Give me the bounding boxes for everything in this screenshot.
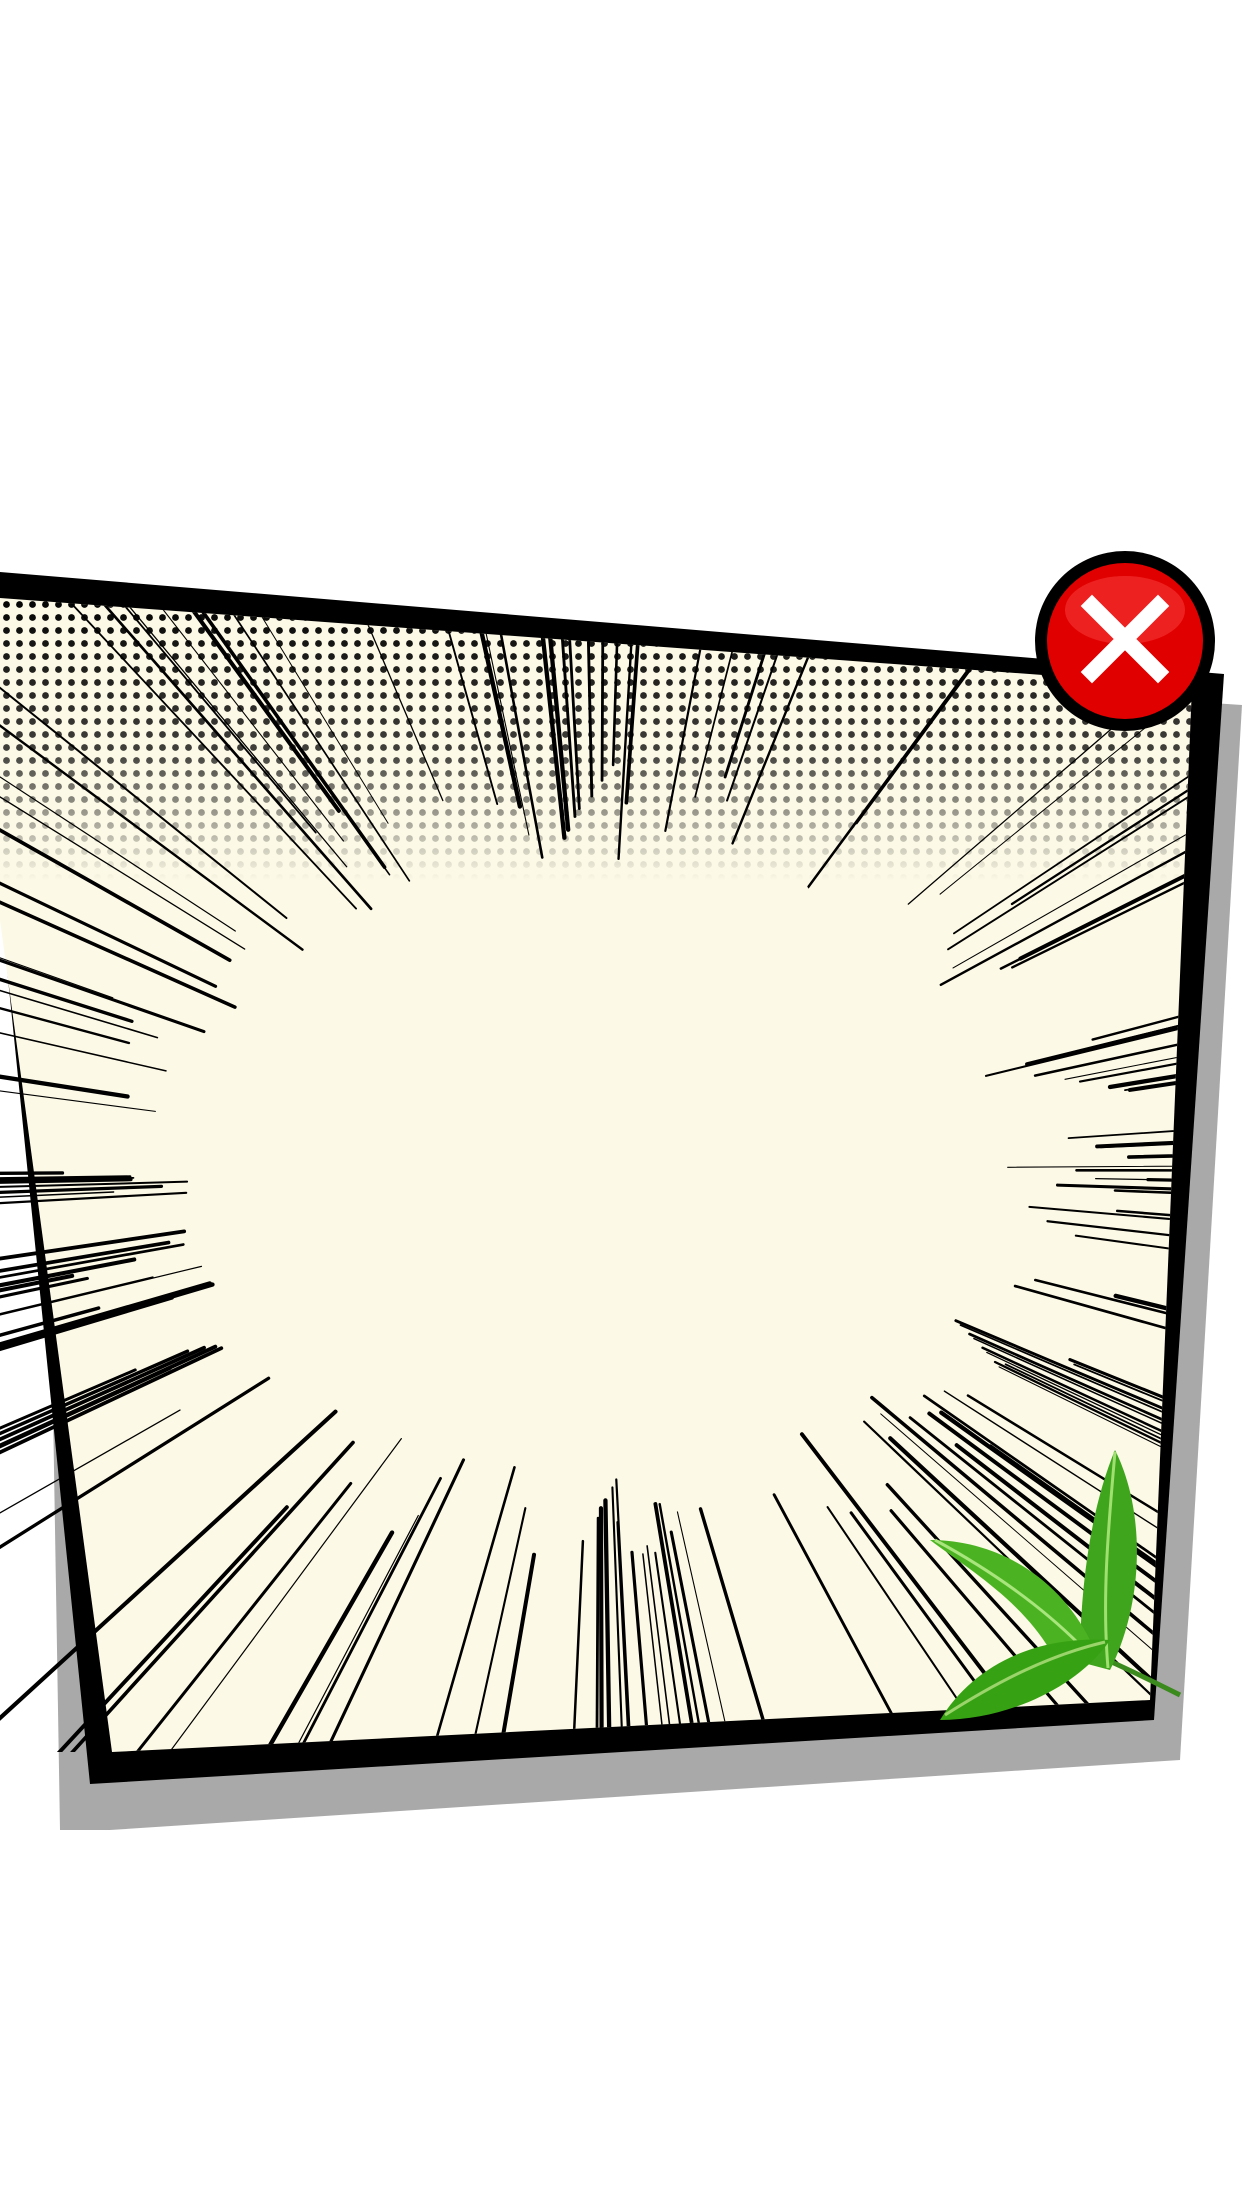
speed-line	[600, 598, 606, 782]
popup-stage	[0, 0, 1242, 2208]
close-button[interactable]	[1032, 548, 1218, 734]
close-icon	[1035, 551, 1215, 731]
tea-leaves-icon	[930, 1450, 1182, 1720]
comic-popup-panel	[0, 572, 1242, 1830]
speed-line	[598, 1506, 605, 1752]
